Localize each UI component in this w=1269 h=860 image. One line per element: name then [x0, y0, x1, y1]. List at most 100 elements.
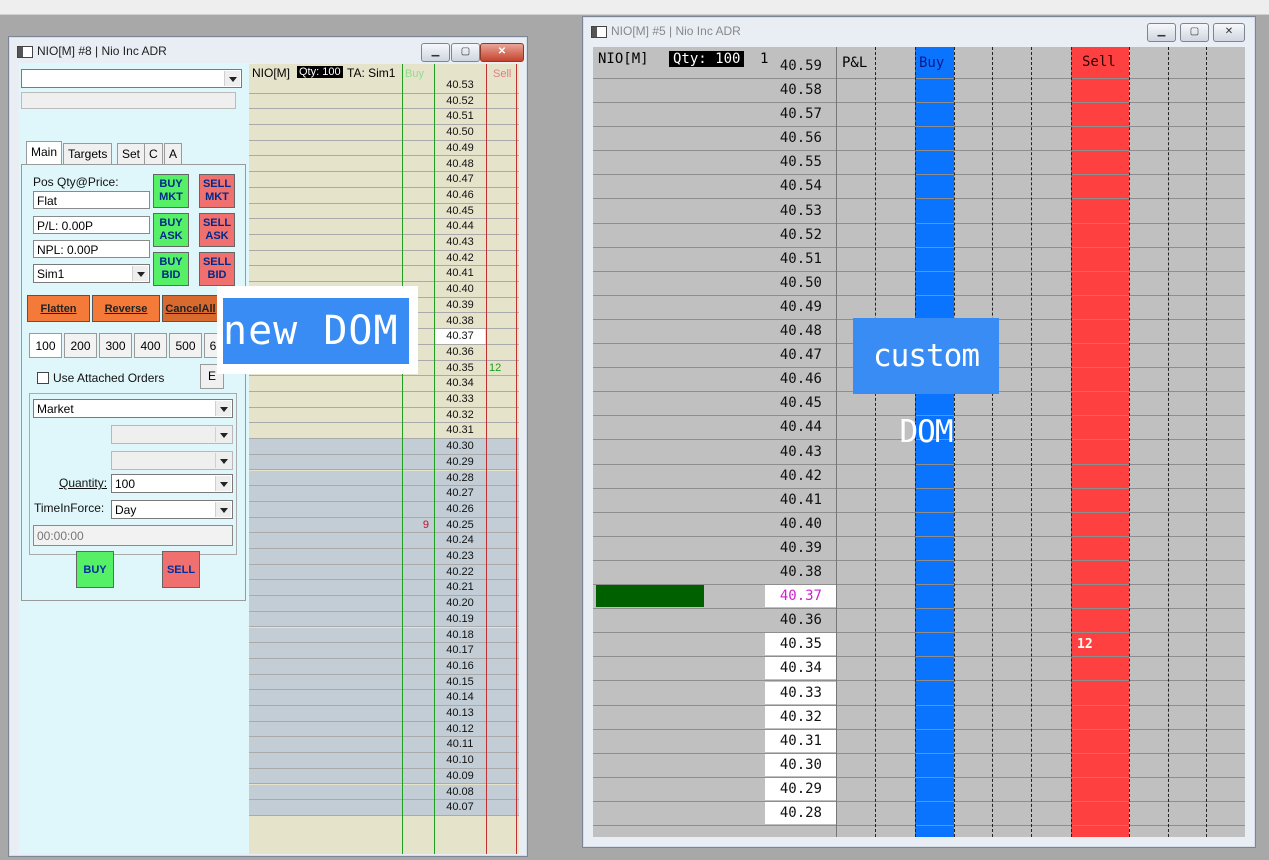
- ladder-row[interactable]: 40.11: [249, 737, 519, 754]
- price-cell[interactable]: 40.44: [435, 219, 485, 234]
- price-cell[interactable]: 40.31: [435, 423, 485, 438]
- close-button[interactable]: ✕: [1213, 23, 1245, 42]
- ladder-row[interactable]: 40.16: [249, 658, 519, 675]
- price-ladder-new[interactable]: 40.53 40.52 40.51 40.50 40.49 40.48 40.47 40.46…: [249, 64, 519, 854]
- price-cell[interactable]: 40.55: [765, 151, 836, 173]
- ladder-row[interactable]: 40.21: [249, 580, 519, 597]
- ladder-row[interactable]: 40.47: [249, 172, 519, 188]
- price-cell[interactable]: 40.38: [435, 314, 485, 329]
- ladder-row[interactable]: 40.08: [249, 784, 519, 801]
- use-attached-checkbox[interactable]: [37, 372, 49, 384]
- ladder-row[interactable]: 40.35 12: [593, 633, 1245, 658]
- ladder-row[interactable]: 40.29: [593, 777, 1245, 802]
- price-cell[interactable]: 40.36: [765, 609, 836, 631]
- cancel-all-button[interactable]: CancelAll: [162, 295, 219, 322]
- close-button[interactable]: ✕: [480, 43, 524, 62]
- price-cell[interactable]: 40.40: [765, 513, 836, 535]
- price-cell[interactable]: 40.24: [435, 533, 485, 548]
- price-cell[interactable]: 40.39: [765, 537, 836, 559]
- price-cell[interactable]: 40.42: [435, 251, 485, 266]
- tab-c[interactable]: C: [144, 143, 163, 164]
- tif-select[interactable]: Day: [111, 500, 233, 519]
- price-cell[interactable]: 40.10: [435, 753, 485, 768]
- buy-bid-button[interactable]: BUY BID: [153, 252, 189, 286]
- qty-preset-300[interactable]: 300: [99, 333, 132, 358]
- price-cell[interactable]: 40.37: [765, 585, 836, 608]
- price-cell[interactable]: 40.29: [435, 455, 485, 470]
- ladder-row[interactable]: 40.41: [249, 266, 519, 283]
- price-cell[interactable]: 40.29: [765, 777, 836, 800]
- price-cell[interactable]: 40.54: [765, 175, 836, 197]
- order-type-select[interactable]: Market: [33, 399, 233, 418]
- price-cell[interactable]: 40.41: [765, 489, 836, 511]
- dom-window-custom[interactable]: NIO[M] #5 | Nio Inc ADR ▁ ▢ ✕ 40.59 40.58…: [582, 16, 1256, 848]
- price-cell[interactable]: 40.20: [435, 596, 485, 611]
- sell-mkt-button[interactable]: SELL MKT: [199, 174, 235, 208]
- price-cell[interactable]: 40.18: [435, 628, 485, 643]
- ladder-row[interactable]: 40.24: [249, 533, 519, 549]
- ladder-row[interactable]: 40.49: [593, 296, 1245, 320]
- ladder-row[interactable]: 40.55: [593, 151, 1245, 176]
- ladder-row[interactable]: 40.41: [593, 489, 1245, 513]
- ladder-row[interactable]: 40.31: [593, 729, 1245, 754]
- ladder-row[interactable]: 40.07: [249, 800, 519, 816]
- price-cell[interactable]: 40.21: [435, 580, 485, 595]
- ladder-row[interactable]: 40.17: [249, 643, 519, 659]
- price-cell[interactable]: 40.33: [765, 681, 836, 704]
- price-cell[interactable]: 40.56: [765, 127, 836, 149]
- price-cell[interactable]: 40.26: [435, 502, 485, 517]
- ladder-row[interactable]: 40.49: [249, 141, 519, 157]
- ladder-row[interactable]: 40.20: [249, 596, 519, 612]
- price-cell[interactable]: 40.41: [435, 266, 485, 281]
- price-cell[interactable]: 40.22: [435, 565, 485, 580]
- tab-set[interactable]: Set: [117, 143, 146, 164]
- ladder-row[interactable]: 40.43: [249, 235, 519, 251]
- price-cell[interactable]: 40.48: [765, 320, 836, 342]
- price-cell[interactable]: 40.52: [765, 224, 836, 246]
- title-bar[interactable]: NIO[M] #5 | Nio Inc ADR ▁ ▢ ✕: [583, 17, 1255, 45]
- tab-targets[interactable]: Targets: [63, 143, 113, 164]
- price-cell[interactable]: 40.30: [435, 439, 485, 454]
- price-cell[interactable]: 40.16: [435, 659, 485, 674]
- ladder-row[interactable]: 40.52: [593, 224, 1245, 248]
- ladder-row[interactable]: 40.30: [593, 753, 1245, 778]
- price-cell[interactable]: 40.14: [435, 690, 485, 705]
- ladder-row[interactable]: 40.14: [249, 690, 519, 706]
- price-cell[interactable]: 40.45: [435, 204, 485, 219]
- ladder-row[interactable]: 40.42: [249, 251, 519, 267]
- maximize-button[interactable]: ▢: [451, 43, 480, 62]
- ladder-row[interactable]: 40.27: [249, 486, 519, 502]
- sell-ask-button[interactable]: SELL ASK: [199, 213, 235, 247]
- ladder-row[interactable]: 40.50: [593, 272, 1245, 296]
- qty-preset-200[interactable]: 200: [64, 333, 97, 358]
- price-cell[interactable]: 40.08: [435, 785, 485, 800]
- reverse-button[interactable]: Reverse: [92, 295, 160, 322]
- tab-a[interactable]: A: [164, 143, 183, 164]
- ladder-row[interactable]: 40.53: [593, 200, 1245, 224]
- price-cell[interactable]: 40.28: [765, 802, 836, 824]
- ladder-row[interactable]: 40.44: [249, 219, 519, 235]
- ladder-row[interactable]: 40.45: [249, 204, 519, 220]
- price-cell[interactable]: 40.09: [435, 769, 485, 784]
- ladder-row[interactable]: 40.46: [249, 188, 519, 204]
- price-cell[interactable]: 40.43: [435, 235, 485, 250]
- price-cell[interactable]: 40.19: [435, 612, 485, 627]
- flatten-button[interactable]: Flatten: [27, 295, 90, 322]
- qty-preset-500[interactable]: 500: [169, 333, 202, 358]
- price-cell[interactable]: 40.32: [765, 705, 836, 728]
- price-cell[interactable]: 40.27: [435, 486, 485, 501]
- ladder-row[interactable]: 40.52: [249, 94, 519, 110]
- price-cell[interactable]: 40.32: [435, 408, 485, 423]
- ladder-qty[interactable]: Qty: 100: [297, 66, 343, 78]
- ladder-row[interactable]: 40.40: [593, 513, 1245, 537]
- price-cell[interactable]: 40.50: [765, 272, 836, 294]
- ladder-row[interactable]: 40.30: [249, 439, 519, 455]
- ladder-row[interactable]: 40.25 9: [249, 517, 519, 534]
- ladder-row[interactable]: 40.18: [249, 627, 519, 644]
- ladder-row[interactable]: 40.12: [249, 721, 519, 738]
- ladder-row[interactable]: 40.15: [249, 674, 519, 691]
- price-cell[interactable]: 40.40: [435, 282, 485, 297]
- price-cell[interactable]: 40.42: [765, 465, 836, 487]
- tab-main[interactable]: Main: [26, 141, 63, 165]
- price-cell[interactable]: 40.36: [435, 345, 485, 360]
